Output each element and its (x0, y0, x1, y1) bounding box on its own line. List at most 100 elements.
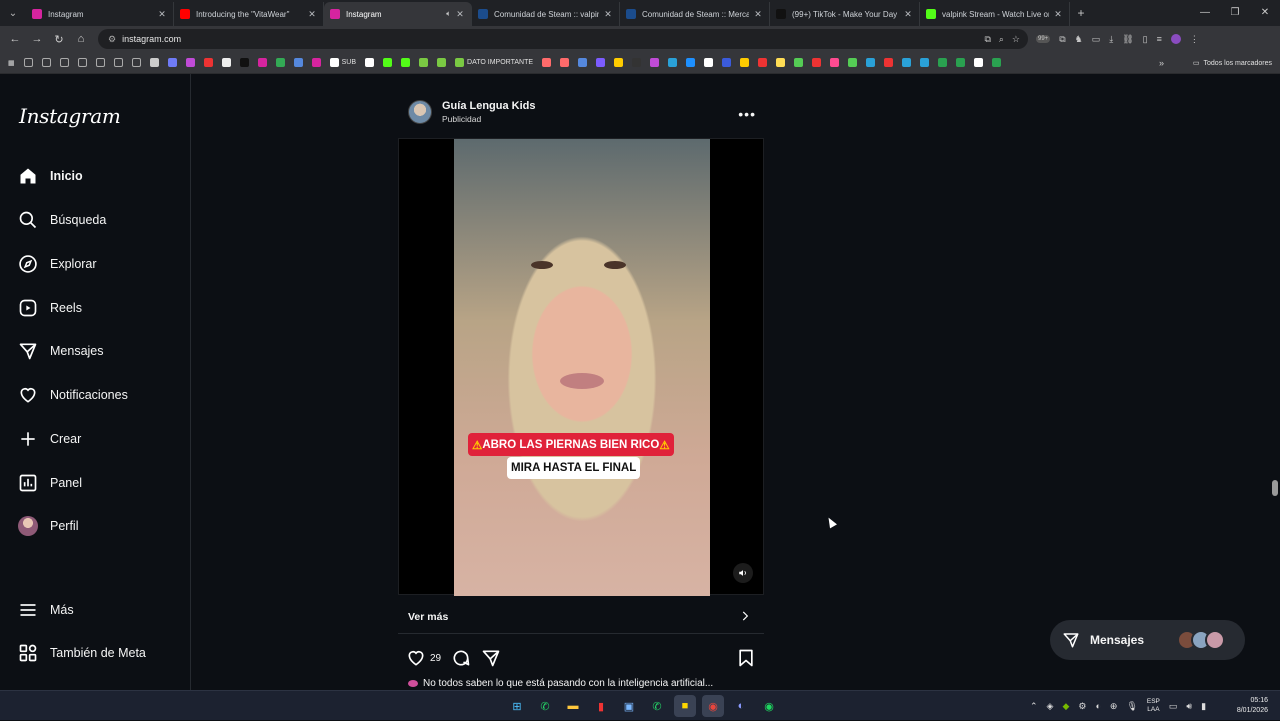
notification-badge[interactable]: 99+ (1036, 35, 1051, 43)
home-button[interactable]: ⌂ (70, 33, 92, 45)
account-avatar[interactable] (1170, 34, 1181, 44)
bookmark-item[interactable] (740, 58, 750, 67)
bookmark-item[interactable] (938, 58, 948, 67)
chrome-menu-icon[interactable]: ⋮ (1190, 34, 1199, 45)
sidebar-item-mas[interactable]: Más (18, 595, 74, 625)
bookmark-item[interactable] (77, 58, 87, 67)
clock[interactable]: 05:16 8/01/2026 (1237, 696, 1268, 716)
bookmark-item[interactable] (365, 58, 375, 67)
scrollbar-thumb[interactable] (1272, 480, 1278, 496)
bookmark-item[interactable] (956, 58, 966, 67)
bookmark-item[interactable] (776, 58, 786, 67)
bookmark-item[interactable] (974, 58, 984, 67)
tab-close-icon[interactable]: ✕ (903, 9, 913, 20)
site-info-icon[interactable]: ⚙ (108, 34, 116, 45)
sidebar-item-crear[interactable]: Crear (18, 424, 81, 454)
bookmark-item[interactable] (866, 58, 876, 67)
tab-close-icon[interactable]: ✕ (455, 9, 465, 20)
app-icon[interactable]: ▮ (590, 695, 612, 717)
tab-close-icon[interactable]: ✕ (1053, 9, 1063, 20)
bookmark-item[interactable] (596, 58, 606, 67)
link-icon[interactable]: ⛓ (1122, 34, 1133, 45)
bookmark-item[interactable]: SUB (329, 58, 356, 67)
file-explorer-icon[interactable]: ▬ (562, 695, 584, 717)
tab-close-icon[interactable]: ✕ (307, 9, 317, 20)
share-icon[interactable] (481, 648, 501, 668)
media-icon[interactable]: ≡ (1157, 34, 1162, 44)
bookmark-item[interactable] (812, 58, 822, 67)
mute-button[interactable] (733, 563, 753, 583)
back-button[interactable]: ← (4, 33, 26, 45)
bookmark-item[interactable] (560, 58, 570, 67)
chevron-up-icon[interactable]: ⌃ (1030, 701, 1038, 712)
bookmark-item[interactable] (722, 58, 732, 67)
bookmark-item[interactable] (704, 58, 714, 67)
microphone-icon[interactable]: 🎙︎ (1126, 701, 1137, 712)
install-app-icon[interactable]: ⧉ (984, 34, 990, 45)
tab-search-button[interactable]: ⌄ (0, 0, 26, 26)
bookmark-item[interactable] (542, 58, 552, 67)
video-player[interactable]: ⚠ ABRO LAS PIERNAS BIEN RICO ⚠ MIRA HASTA … (454, 139, 710, 596)
spotify-icon[interactable]: ◉ (758, 695, 780, 717)
browser-tab[interactable]: valpink Stream - Watch Live on ✕ (920, 2, 1070, 26)
chrome-icon[interactable]: ◉ (702, 695, 724, 717)
whatsapp-icon[interactable]: ✆ (646, 695, 668, 717)
bookmark-item[interactable]: DATO IMPORTANTE (455, 58, 533, 67)
bookmark-item[interactable] (293, 58, 303, 67)
bookmark-item[interactable] (794, 58, 804, 67)
bookmark-item[interactable] (884, 58, 894, 67)
bookmark-item[interactable] (902, 58, 912, 67)
vpn-icon[interactable]: ⊕ (1110, 701, 1118, 712)
post-media[interactable]: ⚠ ABRO LAS PIERNAS BIEN RICO ⚠ MIRA HASTA … (398, 138, 764, 596)
sidebar-item-busqueda[interactable]: Búsqueda (18, 205, 106, 235)
all-bookmarks-button[interactable]: ▭ Todos los marcadores (1193, 52, 1272, 74)
reading-list-icon[interactable]: ▭ (1092, 34, 1101, 45)
whatsapp-icon[interactable]: ✆ (534, 695, 556, 717)
input-language[interactable]: ESP LAA (1147, 698, 1160, 714)
volume-icon[interactable]: 🔊︎ (1186, 701, 1192, 712)
see-more-button[interactable]: Ver más (398, 600, 764, 634)
bookmark-item[interactable] (41, 58, 51, 67)
app-tray-icon[interactable]: ⚙ (1078, 701, 1086, 712)
tab-close-icon[interactable]: ✕ (753, 9, 763, 20)
tab-audio-icon[interactable]: 🔈︎ (446, 9, 451, 19)
browser-tab[interactable]: Instagram 🔈︎ ✕ (324, 2, 472, 26)
post-author-avatar[interactable] (408, 100, 432, 124)
bookmark-item[interactable] (257, 58, 267, 67)
restore-button[interactable]: ❐ (1220, 0, 1250, 26)
sidebar-item-mensajes[interactable]: Mensajes (18, 336, 104, 366)
bookmark-star-icon[interactable]: ☆ (1012, 34, 1020, 45)
sidebar-item-tambien-de-meta[interactable]: También de Meta (18, 638, 146, 668)
post-username[interactable]: Guía Lengua Kids (442, 100, 536, 112)
bookmark-item[interactable] (614, 58, 624, 67)
app-icon[interactable]: ▣ (618, 695, 640, 717)
more-bookmarks-chevron-icon[interactable]: » (1159, 52, 1164, 74)
bookmark-item[interactable] (383, 58, 393, 67)
extensions-icon[interactable]: ⧉ (1059, 34, 1065, 45)
bookmark-item[interactable] (203, 58, 213, 67)
reload-button[interactable]: ↻ (48, 33, 70, 46)
steam-icon[interactable]: ◈ (1047, 701, 1054, 712)
close-window-button[interactable]: ✕ (1250, 0, 1280, 26)
more-options-icon[interactable]: ••• (738, 106, 756, 122)
bookmark-item[interactable] (95, 58, 105, 67)
bookmark-item[interactable] (920, 58, 930, 67)
save-bookmark-icon[interactable] (736, 648, 756, 668)
zoom-icon[interactable]: ⌕ (999, 34, 1004, 45)
comment-icon[interactable] (451, 648, 471, 668)
battery-icon[interactable]: ▮ (1201, 701, 1206, 712)
sidebar-item-notificaciones[interactable]: Notificaciones (18, 380, 128, 410)
bookmark-item[interactable] (113, 58, 123, 67)
bookmark-item[interactable] (131, 58, 141, 67)
apps-icon[interactable]: ▦ (8, 59, 15, 67)
discord-icon[interactable]: ◐ (730, 695, 752, 717)
browser-tab[interactable]: Instagram ✕ (26, 2, 174, 26)
bookmark-item[interactable] (185, 58, 195, 67)
bookmark-item[interactable] (632, 58, 642, 67)
minimize-button[interactable]: — (1190, 0, 1220, 26)
profile-icon[interactable]: ♞ (1075, 34, 1083, 45)
bookmark-item[interactable] (167, 58, 177, 67)
bookmark-item[interactable] (848, 58, 858, 67)
tab-close-icon[interactable]: ✕ (157, 9, 167, 20)
like-heart-icon[interactable] (406, 648, 426, 668)
